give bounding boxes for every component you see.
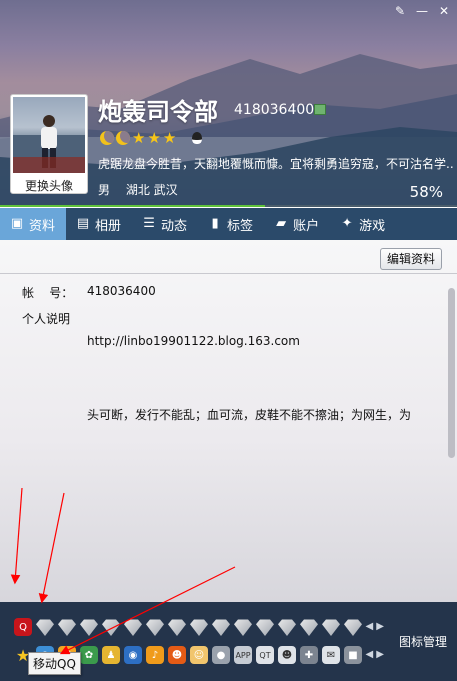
tab-account[interactable]: ▰ 账户	[264, 208, 330, 240]
tab-label: 账户	[293, 218, 320, 234]
tab-label: 游戏	[359, 218, 386, 234]
diamond-icon[interactable]	[36, 619, 54, 636]
star-icon: ★	[162, 129, 177, 147]
tab-label: 资料	[29, 218, 56, 234]
tab-label: 动态	[161, 218, 188, 234]
face-icon[interactable]: ☺	[190, 646, 208, 664]
bio-link[interactable]: http://linbo19901122.blog.163.com	[87, 334, 300, 348]
diamond-icon[interactable]	[146, 619, 164, 636]
music-icon[interactable]: ♪	[146, 646, 164, 664]
robot-icon[interactable]: ☻	[278, 646, 296, 664]
edit-profile-button[interactable]: 编辑资料	[379, 248, 442, 270]
tab-feed[interactable]: ☰ 动态	[132, 208, 198, 240]
window-controls: ✎ — ✕	[391, 3, 453, 19]
bio-text: 头可断，发行不能乱；血可流，皮鞋不能不擦油；为网生，为	[87, 408, 412, 422]
skin-icon[interactable]: ✎	[391, 3, 409, 19]
nickname: 炮轰司令部	[98, 98, 218, 126]
pet-icon[interactable]: ✿	[80, 646, 98, 664]
bio-label: 个人说明	[22, 312, 71, 326]
diamond-icon[interactable]	[190, 619, 208, 636]
level-indicator[interactable]: ★ ★ ★	[100, 129, 203, 147]
close-icon[interactable]: ✕	[435, 3, 453, 19]
minimize-icon[interactable]: —	[413, 3, 431, 19]
icon-manage-button[interactable]: 图标管理	[399, 633, 447, 650]
diamond-icon[interactable]	[102, 619, 120, 636]
completion-bar-fill	[0, 205, 266, 207]
diamond-icon[interactable]	[344, 619, 362, 636]
account-label: 帐 号：	[22, 286, 74, 300]
account-value: 418036400	[87, 284, 156, 298]
diamond-icon[interactable]	[80, 619, 98, 636]
penguin-icon	[192, 132, 203, 144]
qq-mobile-icon[interactable]: Q	[14, 618, 32, 636]
mail-icon[interactable]: ✉	[322, 646, 340, 664]
profile-details: 编辑资料 帐 号： 418036400 个人说明 http://linbo199…	[0, 240, 457, 602]
signature-text[interactable]: 虎踞龙盘今胜昔，天翻地覆慨而慷。宜将剩勇追穷寇，不可沽名学...	[98, 155, 454, 172]
diamond-icon[interactable]	[234, 619, 252, 636]
diamond-icon[interactable]	[58, 619, 76, 636]
qq-game-icon[interactable]: QT	[256, 646, 274, 664]
change-avatar-label[interactable]: 更换头像	[13, 177, 85, 194]
tab-tags[interactable]: ▮ 标签	[198, 208, 264, 240]
icon-pager[interactable]: ◀ ▶	[365, 621, 384, 632]
details-toolbar: 编辑资料	[0, 240, 457, 274]
diamond-icon[interactable]	[124, 619, 142, 636]
game-icon: ✦	[341, 216, 353, 231]
star-icon: ★	[147, 129, 161, 147]
video-icon[interactable]: ■	[344, 646, 362, 664]
tab-bar: ▣ 资料 ▤ 相册 ☰ 动态 ▮ 标签 ▰ 账户 ✦ 游戏	[0, 208, 457, 240]
icon-pager[interactable]: ◀ ▶	[365, 649, 384, 660]
profile-completion: 58%	[409, 183, 443, 201]
avatar[interactable]	[13, 97, 85, 173]
wallet-icon: ▰	[276, 216, 287, 231]
photo-album-icon: ▤	[76, 216, 90, 231]
avatar-panel[interactable]: 更换头像	[10, 94, 88, 194]
tab-label: 相册	[95, 218, 122, 234]
tab-label: 标签	[227, 218, 254, 234]
icon-row-1: Q	[14, 618, 362, 636]
scrollbar[interactable]	[448, 288, 455, 458]
profile-header: ✎ — ✕ 更换头像 炮轰司令部 418036400 ★ ★ ★ 虎踞龙盘今胜昔…	[0, 0, 457, 207]
completion-bar	[0, 205, 457, 207]
basic-info: 男 湖北 武汉	[98, 181, 190, 198]
monster-icon[interactable]: ☻	[168, 646, 186, 664]
tab-profile[interactable]: ▣ 资料	[0, 208, 67, 240]
app-icon[interactable]: APP	[234, 646, 252, 664]
avatar-photo	[13, 115, 85, 173]
bookmark-icon: ▮	[211, 216, 219, 231]
location: 湖北 武汉	[125, 183, 178, 197]
gender: 男	[98, 183, 111, 197]
penguin-icon[interactable]: ♟	[102, 646, 120, 664]
diamond-icon[interactable]	[300, 619, 318, 636]
diamond-icon[interactable]	[256, 619, 274, 636]
camera-icon[interactable]: ◉	[124, 646, 142, 664]
star-icon: ★	[132, 129, 146, 147]
diamond-icon[interactable]	[278, 619, 296, 636]
profile-card-icon: ▣	[10, 216, 24, 231]
tab-games[interactable]: ✦ 游戏	[330, 208, 396, 240]
qq-number: 418036400	[234, 102, 315, 118]
diamond-icon[interactable]	[322, 619, 340, 636]
chat-bubble-icon[interactable]: ●	[212, 646, 230, 664]
moon-icon	[116, 131, 130, 145]
diamond-icon[interactable]	[168, 619, 186, 636]
moon-icon	[100, 131, 114, 145]
clover-icon[interactable]: ✚	[300, 646, 318, 664]
tooltip: 移动QQ	[28, 652, 81, 675]
tab-album[interactable]: ▤ 相册	[66, 208, 132, 240]
feed-list-icon: ☰	[143, 216, 155, 231]
vip-badge-icon[interactable]	[314, 104, 326, 115]
diamond-icon[interactable]	[212, 619, 230, 636]
